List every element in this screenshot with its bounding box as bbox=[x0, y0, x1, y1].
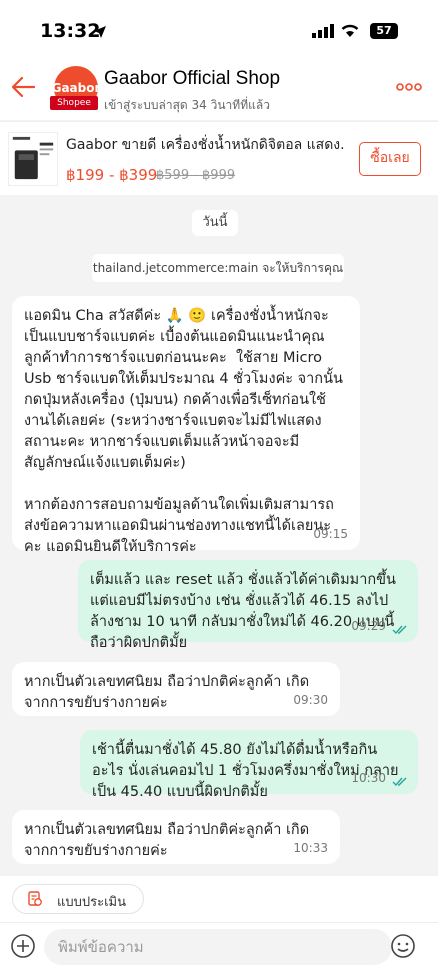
read-ticks-icon bbox=[392, 625, 407, 635]
message-bubble-incoming[interactable]: หากเป็นตัวเลขทศนิยม ถือว่าปกติค่ะลูกค้า … bbox=[12, 662, 340, 716]
message-text: เต็มแล้ว และ reset แล้ว ชั่งแล้วได้ค่าเด… bbox=[90, 572, 396, 651]
shop-name[interactable]: Gaabor Official Shop bbox=[104, 68, 280, 90]
message-bubble-outgoing[interactable]: เต็มแล้ว และ reset แล้ว ชั่งแล้วได้ค่าเด… bbox=[78, 560, 418, 651]
shop-last-active: เข้าสู่ระบบล่าสุด 34 วินาทีที่แล้ว bbox=[104, 98, 270, 112]
chat-messages[interactable]: วันนี้ thailand.jetcommerce:main จะให้บร… bbox=[0, 196, 438, 876]
message-text: หากเป็นตัวเลขทศนิยม ถือว่าปกติค่ะลูกค้า … bbox=[24, 822, 310, 859]
wifi-icon bbox=[341, 24, 359, 37]
buy-now-button[interactable]: ซื้อเลย bbox=[359, 142, 421, 176]
emoji-icon[interactable] bbox=[390, 933, 416, 959]
shopee-mall-badge: Shopee Mall bbox=[50, 96, 98, 122]
more-options-icon[interactable] bbox=[396, 80, 422, 94]
message-time: 09:30 bbox=[293, 693, 328, 707]
product-thumbnail[interactable] bbox=[8, 132, 58, 186]
product-title[interactable]: Gaabor ขายดี เครื่องชั่งน้ำหนักดิจิตอล แ… bbox=[66, 134, 346, 156]
message-time: 10:30 bbox=[351, 771, 386, 785]
message-bubble-outgoing[interactable]: เช้านี้ตื่นมาชั่งได้ 45.80 ยังไม่ได้ดื่ม… bbox=[80, 730, 418, 800]
status-bar: 13:32 57 bbox=[0, 0, 438, 52]
agent-notice: thailand.jetcommerce:main จะให้บริการคุณ bbox=[92, 254, 344, 282]
add-attachment-icon[interactable] bbox=[10, 933, 36, 959]
read-ticks-icon bbox=[392, 777, 407, 787]
message-composer bbox=[0, 922, 438, 973]
rating-button[interactable]: แบบประเมิน bbox=[12, 884, 144, 914]
back-arrow-icon[interactable] bbox=[8, 72, 38, 102]
product-card[interactable]: Gaabor ขายดี เครื่องชั่งน้ำหนักดิจิตอล แ… bbox=[0, 121, 438, 195]
signal-icon bbox=[312, 24, 334, 38]
message-bubble-incoming[interactable]: หากเป็นตัวเลขทศนิยม ถือว่าปกติค่ะลูกค้า … bbox=[12, 810, 340, 864]
rating-form-icon bbox=[28, 891, 42, 906]
message-text: หากเป็นตัวเลขทศนิยม ถือว่าปกติค่ะลูกค้า … bbox=[24, 674, 310, 711]
chat-header: Gaabor Shopee Mall Gaabor Official Shop … bbox=[0, 52, 438, 122]
message-time: 10:33 bbox=[293, 841, 328, 855]
status-time: 13:32 bbox=[40, 20, 101, 42]
message-time: 09:29 bbox=[351, 619, 386, 633]
quick-actions-bar: แบบประเมิน bbox=[0, 876, 438, 922]
date-divider: วันนี้ bbox=[192, 210, 238, 236]
message-time: 09:15 bbox=[313, 527, 348, 541]
rating-button-label: แบบประเมิน bbox=[57, 895, 126, 910]
message-input[interactable] bbox=[44, 929, 392, 965]
message-bubble-incoming[interactable]: แอดมิน Cha สวัสดีค่ะ 🙏 🙂 เครื่องชั่งน้ำห… bbox=[12, 296, 360, 555]
location-arrow-icon bbox=[94, 26, 106, 38]
battery-icon: 57 bbox=[370, 23, 398, 39]
product-price: ฿199 - ฿399 bbox=[66, 166, 158, 184]
message-text: แอดมิน Cha สวัสดีค่ะ 🙏 🙂 เครื่องชั่งน้ำห… bbox=[24, 308, 343, 555]
product-original-price: ฿599 - ฿999 bbox=[156, 168, 236, 183]
